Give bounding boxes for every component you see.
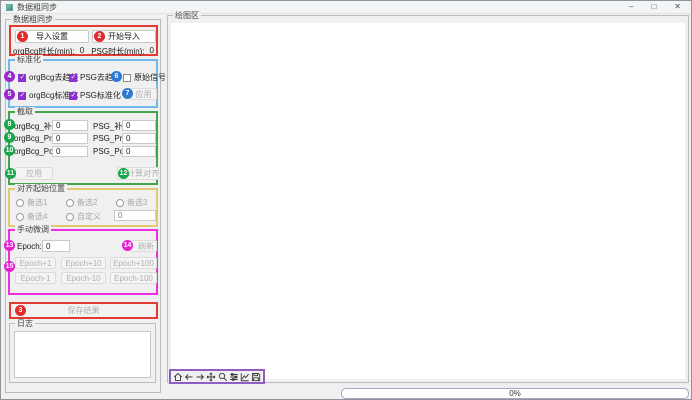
app-icon <box>6 4 13 11</box>
psg-duration-label: PSG时长(min): <box>91 46 144 57</box>
badge-7: 7 <box>122 88 133 99</box>
align-option-custom[interactable]: 自定义 <box>66 211 101 222</box>
align-option-4[interactable]: 备选4 <box>16 211 47 222</box>
radio-icon <box>66 199 74 207</box>
forward-icon[interactable] <box>195 371 205 382</box>
badge-4: 4 <box>4 71 15 82</box>
normalize-group: 标准化 4 orgBcg去趋线 PSG去趋线 6 原始信号 5 orgBcg标准… <box>8 59 158 108</box>
badge-8: 8 <box>4 119 15 130</box>
align-option-1[interactable]: 备选1 <box>16 197 47 208</box>
badge-3: 3 <box>15 305 26 316</box>
badge-15: 15 <box>4 261 15 272</box>
epoch-minus-100-button[interactable]: Epoch-100 <box>110 272 157 284</box>
align-option-2[interactable]: 备选2 <box>66 197 97 208</box>
orgbcg-duration-value: 0 <box>80 46 84 57</box>
epoch-plus-10-button[interactable]: Epoch+10 <box>61 257 106 269</box>
left-panel-title: 数据粗同步 <box>11 15 55 24</box>
refresh-button[interactable]: 刷新 <box>129 240 157 252</box>
radio-icon <box>16 199 24 207</box>
psg-normalize-label: PSG标准化 <box>80 90 121 101</box>
align-option-3[interactable]: 备选3 <box>116 197 147 208</box>
close-button[interactable]: ✕ <box>674 2 681 12</box>
crop-apply-button[interactable]: 应用 <box>15 167 53 180</box>
psg-duration-value: 0 <box>150 46 154 57</box>
badge-12: 12 <box>118 168 129 179</box>
plot-group: 绘图区 <box>167 15 689 383</box>
badge-14: 14 <box>122 240 133 251</box>
progress-bar: 0% <box>341 388 689 399</box>
finetune-group-title: 手动微调 <box>15 225 51 234</box>
finetune-group: 手动微调 13 Epoch: 0 14 刷新 15 Epoch+1 Epoch+… <box>8 229 158 295</box>
import-section: 导入设置 1 开始导入 2 orgBcg时长(min): 0 PSG时长(min… <box>9 25 158 56</box>
align-group-title: 对齐起始位置 <box>15 184 67 193</box>
orgbcg-padzero-input[interactable]: 0 <box>52 120 88 131</box>
badge-2: 2 <box>94 31 105 42</box>
raw-signal-checkbox[interactable]: 原始信号 <box>123 72 166 83</box>
pan-icon[interactable] <box>206 371 216 382</box>
radio-icon <box>116 199 124 207</box>
radio-icon <box>66 213 74 221</box>
badge-6: 6 <box>111 71 122 82</box>
log-textarea <box>14 331 151 378</box>
badge-5: 5 <box>4 89 15 100</box>
psg-padzero-input[interactable]: 0 <box>122 120 156 131</box>
normalize-apply-button[interactable]: 应用 <box>130 88 157 100</box>
log-group-title: 日志 <box>15 319 35 328</box>
plot-edit-icon[interactable] <box>240 371 250 382</box>
app-window: 数据粗同步 – □ ✕ 数据粗同步 导入设置 1 开始导入 2 orgBcg时长… <box>0 0 692 400</box>
epoch-label: Epoch: <box>17 242 42 251</box>
plot-group-title: 绘图区 <box>173 11 201 20</box>
zoom-icon[interactable] <box>218 371 228 382</box>
checkbox-checked-icon <box>18 92 26 100</box>
epoch-minus-10-button[interactable]: Epoch-10 <box>61 272 106 284</box>
title-bar: 数据粗同步 – □ ✕ <box>1 1 691 14</box>
save-icon[interactable] <box>251 371 261 382</box>
badge-10: 10 <box>4 145 15 156</box>
badge-9: 9 <box>4 132 15 143</box>
window-title: 数据粗同步 <box>17 2 57 13</box>
checkbox-checked-icon <box>69 74 77 82</box>
align-option-label: 备选3 <box>127 197 147 208</box>
checkbox-unchecked-icon <box>123 74 131 82</box>
plot-canvas[interactable] <box>171 23 685 379</box>
orgbcg-post-input[interactable]: 0 <box>52 146 88 157</box>
badge-11: 11 <box>5 168 16 179</box>
orgbcg-pre-input[interactable]: 0 <box>52 133 88 144</box>
badge-13: 13 <box>4 240 15 251</box>
normalize-group-title: 标准化 <box>15 55 43 64</box>
subplots-icon[interactable] <box>229 371 239 382</box>
crop-group-title: 截取 <box>15 107 35 116</box>
progress-value: 0% <box>509 389 521 398</box>
raw-signal-label: 原始信号 <box>134 72 166 83</box>
log-group: 日志 <box>9 323 156 383</box>
save-result-button[interactable]: 保存结果 <box>12 305 155 316</box>
save-section: 保存结果 3 <box>9 302 158 319</box>
badge-1: 1 <box>17 31 28 42</box>
align-option-label: 备选4 <box>27 211 47 222</box>
align-option-label: 自定义 <box>77 211 101 222</box>
epoch-input[interactable]: 0 <box>42 240 70 252</box>
plot-toolbar <box>169 369 265 384</box>
align-option-label: 备选2 <box>77 197 97 208</box>
crop-group: 截取 8 orgBcg_补零: 0 PSG_补零: 0 9 orgBcg_Pre… <box>8 111 158 185</box>
minimize-button[interactable]: – <box>629 2 633 12</box>
radio-icon <box>16 213 24 221</box>
epoch-minus-1-button[interactable]: Epoch-1 <box>15 272 56 284</box>
psg-normalize-checkbox[interactable]: PSG标准化 <box>69 90 121 101</box>
home-icon[interactable] <box>173 371 183 382</box>
align-option-label: 备选1 <box>27 197 47 208</box>
epoch-plus-1-button[interactable]: Epoch+1 <box>15 257 56 269</box>
checkbox-checked-icon <box>18 74 26 82</box>
custom-position-input[interactable]: 0 <box>114 210 156 221</box>
epoch-plus-100-button[interactable]: Epoch+100 <box>110 257 157 269</box>
back-icon[interactable] <box>184 371 194 382</box>
align-group: 对齐起始位置 备选1 备选2 备选3 备选4 自定义 0 <box>8 188 158 227</box>
psg-pre-input[interactable]: 0 <box>122 133 156 144</box>
checkbox-checked-icon <box>69 92 77 100</box>
maximize-button[interactable]: □ <box>651 2 656 12</box>
psg-post-input[interactable]: 0 <box>122 146 156 157</box>
